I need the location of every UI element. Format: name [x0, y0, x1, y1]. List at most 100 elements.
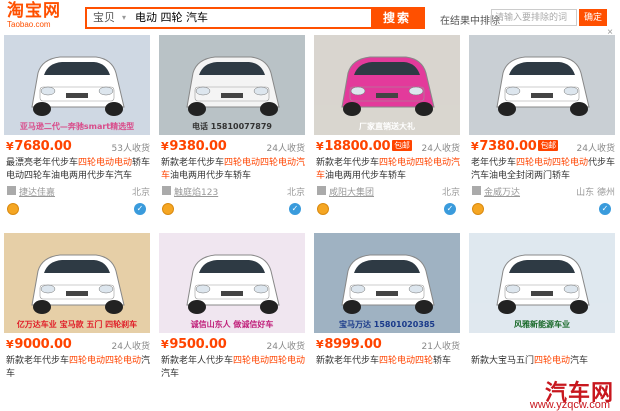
title-prefix: 新款大宝马五门 [471, 356, 535, 366]
product-card[interactable]: 宝马万达 15801020385 ¥8999.00 21人收货 新款老年代步车四… [314, 233, 460, 411]
title-highlight: 四轮电动四轮电动 [233, 356, 306, 366]
product-price: ¥7680.00 [6, 139, 72, 154]
shop-icon [7, 186, 16, 195]
shop-name[interactable]: 触庭焰123 [174, 185, 218, 198]
product-card[interactable]: ¥7380.00 包邮 24人收货 老年代步车四轮电动四轮电动代步车汽车油电全封闭… [469, 35, 615, 220]
product-image[interactable]: 宝马万达 15801020385 [314, 233, 460, 333]
title-suffix: 油电两用代步车轿车 [325, 171, 407, 181]
currency-symbol: ¥ [161, 140, 169, 153]
car-image [4, 254, 150, 333]
price-row: ¥7680.00 53人收货 [4, 139, 150, 157]
currency-symbol: ¥ [161, 338, 169, 351]
shop-row: 捷达佳嘉 北京 [4, 185, 150, 199]
title-highlight: 四轮电动四轮电动 [516, 158, 589, 168]
search-button[interactable]: 搜索 [371, 9, 423, 27]
title-highlight: 四轮电动四轮 [379, 356, 434, 366]
currency-symbol: ¥ [471, 140, 479, 153]
sales-count: 24人收货 [266, 144, 305, 154]
shop-icon [162, 186, 171, 195]
wangwang-icon[interactable]: ✓ [134, 203, 146, 215]
logo-text: 淘宝网 [7, 1, 61, 21]
product-image[interactable] [469, 35, 615, 135]
product-title[interactable]: 老年代步车四轮电动四轮电动代步车汽车油电全封闭两门轿车 [471, 157, 617, 184]
watermark: 汽车网 www.yzqcw.com [500, 375, 620, 411]
title-prefix: 新款老年代步车 [6, 356, 70, 366]
taobao-logo[interactable]: 淘宝网 Taobao.com [7, 1, 81, 30]
product-title[interactable]: 新款老年代步车四轮电动四轮电动汽车油电两用代步车轿车 [316, 157, 462, 184]
close-icon[interactable]: × [607, 27, 613, 38]
shop-row: 触庭焰123 北京 [159, 185, 305, 199]
title-highlight: 四轮电动 [534, 356, 571, 366]
title-prefix: 新款老年人代步车 [161, 356, 234, 366]
price-value: 9500.00 [169, 337, 227, 352]
price-row: ¥ [469, 337, 615, 355]
image-caption: 诚信山东人 做诚信好车 [190, 320, 274, 329]
gold-medal-icon [317, 203, 329, 215]
image-caption: 电话 15810077879 [191, 122, 272, 131]
product-image[interactable]: 诚信山东人 做诚信好车 [159, 233, 305, 333]
title-prefix: 新款老年代步车 [161, 158, 225, 168]
product-card[interactable]: 亚马逊二代—奔驰smart精选型 ¥7680.00 53人收货 最漂亮老年代步车… [4, 35, 150, 220]
car-image [314, 56, 460, 135]
image-caption: 宝马万达 15801020385 [338, 320, 435, 329]
product-title[interactable]: 新款老年人代步车四轮电动四轮电动汽车 [161, 355, 307, 382]
product-image[interactable]: 亚马逊二代—奔驰smart精选型 [4, 35, 150, 135]
product-image[interactable]: 亿万达车业 宝马款 五门 四轮刹车 [4, 233, 150, 333]
product-title[interactable]: 新款老年代步车四轮电动四轮电动汽车 [6, 355, 152, 382]
price-row: ¥9380.00 24人收货 [159, 139, 305, 157]
price-value: 7680.00 [14, 139, 72, 154]
shop-name[interactable]: 金威万达 [484, 185, 520, 198]
image-caption: 亚马逊二代—奔驰smart精选型 [19, 122, 135, 131]
sales-count: 24人收货 [266, 342, 305, 352]
shop-location: 北京 [286, 188, 305, 198]
product-title[interactable]: 新款老年代步车四轮电动四轮电动汽车油电两用代步车轿车 [161, 157, 307, 184]
product-price: ¥8999.00 [316, 337, 382, 352]
search-category-select[interactable]: 宝贝 ▾ [87, 9, 129, 27]
product-image[interactable]: 厂家直销送大礼 [314, 35, 460, 135]
title-highlight: 四轮电动电动 [78, 158, 133, 168]
car-image [314, 254, 460, 333]
free-shipping-badge: 包邮 [538, 140, 558, 151]
title-highlight: 四轮电动四轮电动 [69, 356, 142, 366]
car-image [159, 254, 305, 333]
price-value: 18800.00 [324, 139, 391, 154]
product-card[interactable]: 诚信山东人 做诚信好车 ¥9500.00 24人收货 新款老年人代步车四轮电动四… [159, 233, 305, 411]
shop-row: 金威万达 山东 德州 [469, 185, 615, 199]
shop-icon [472, 186, 481, 195]
price-row: ¥7380.00 包邮 24人收货 [469, 139, 615, 157]
product-card[interactable]: 厂家直销送大礼 ¥18800.00 包邮 24人收货 新款老年代步车四轮电动四轮电… [314, 35, 460, 220]
title-suffix: 汽车 [570, 356, 589, 366]
image-caption: 风雅新能源车业 [514, 320, 570, 329]
shop-location: 北京 [131, 188, 150, 198]
shop-name[interactable]: 咸阳大集团 [329, 185, 374, 198]
currency-symbol: ¥ [316, 140, 324, 153]
title-prefix: 最漂亮老年代步车 [6, 158, 79, 168]
wangwang-icon[interactable]: ✓ [289, 203, 301, 215]
product-card[interactable]: 亿万达车业 宝马款 五门 四轮刹车 ¥9000.00 24人收货 新款老年代步车… [4, 233, 150, 411]
search-input[interactable] [135, 9, 371, 27]
shop-row: 咸阳大集团 北京 [314, 185, 460, 199]
product-title[interactable]: 新款老年代步车四轮电动四轮轿车 [316, 355, 462, 382]
exclude-confirm-button[interactable]: 确定 [579, 9, 607, 26]
product-title[interactable]: 最漂亮老年代步车四轮电动电动轿车电动四轮车油电两用代步车汽车 [6, 157, 152, 184]
wangwang-icon[interactable]: ✓ [444, 203, 456, 215]
title-prefix: 老年代步车 [471, 158, 517, 168]
product-card[interactable]: 电话 15810077879 ¥9380.00 24人收货 新款老年代步车四轮电… [159, 35, 305, 220]
free-shipping-badge: 包邮 [392, 140, 412, 151]
price-value: 9000.00 [14, 337, 72, 352]
watermark-url: www.yzqcw.com [529, 399, 610, 411]
product-image[interactable]: 风雅新能源车业 [469, 233, 615, 333]
product-price: ¥7380.00 包邮 [471, 139, 558, 154]
price-row: ¥18800.00 包邮 24人收货 [314, 139, 460, 157]
gold-medal-icon [472, 203, 484, 215]
wangwang-icon[interactable]: ✓ [599, 203, 611, 215]
title-prefix: 新款老年代步车 [316, 158, 380, 168]
product-image[interactable]: 电话 15810077879 [159, 35, 305, 135]
shop-location: 山东 德州 [576, 188, 615, 198]
image-caption: 厂家直销送大礼 [359, 122, 415, 131]
image-caption: 亿万达车业 宝马款 五门 四轮刹车 [16, 320, 138, 329]
exclude-input[interactable]: 请输入要排除的词 [491, 9, 577, 26]
price-value: 9380.00 [169, 139, 227, 154]
shop-name[interactable]: 捷达佳嘉 [19, 185, 55, 198]
price-row: ¥8999.00 21人收货 [314, 337, 460, 355]
